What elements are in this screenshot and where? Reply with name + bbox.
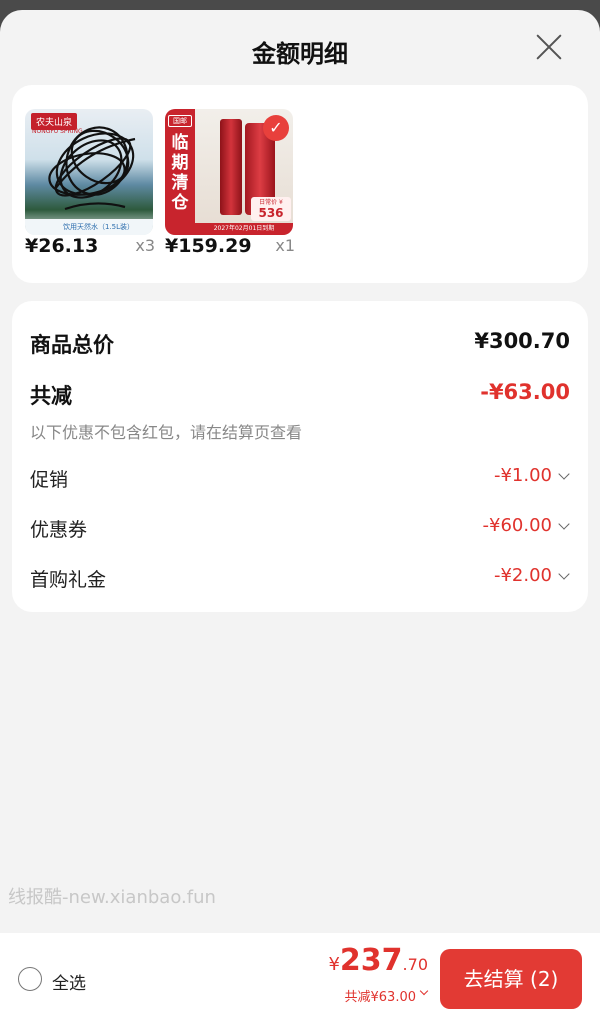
- product-item-water[interactable]: 农夫山泉 NONGFU SPRING 饮用天然水（1.5L装） ¥26.13 x…: [25, 109, 155, 259]
- product-price: ¥159.29: [165, 235, 252, 257]
- product-thumbnail[interactable]: 国邮 临期清仓 ✓ 日常价 ¥ 536 2027年02月01日到期: [165, 109, 293, 235]
- total-price-label: 商品总价: [30, 333, 114, 357]
- discount-value: -¥2.00: [493, 565, 552, 586]
- discount-row-coupon[interactable]: 优惠券 -¥60.00: [30, 515, 570, 543]
- discount-row-promotion[interactable]: 促销 -¥1.00: [30, 465, 570, 493]
- reduction-label: 共减: [30, 384, 72, 408]
- side-price-badge: 日常价 ¥ 536: [251, 197, 291, 221]
- watermark: 线报酷-new.xianbao.fun: [8, 887, 216, 908]
- close-icon[interactable]: [534, 32, 564, 62]
- reduction-value: -¥63.00: [480, 380, 570, 404]
- discount-value: -¥1.00: [493, 465, 552, 486]
- saved-amount[interactable]: 共减¥63.00: [345, 986, 417, 1005]
- discount-label: 促销: [30, 469, 69, 491]
- side-price-value: 536: [258, 206, 284, 220]
- price-decimal: .70: [402, 955, 428, 974]
- discount-note: 以下优惠不包含红包，请在结算页查看: [30, 423, 303, 442]
- clearance-text: 临期清仓: [171, 133, 189, 213]
- checkout-bar: 全选 ¥237.70 共减¥63.00 去结算 (2): [0, 933, 600, 1027]
- discount-label: 首购礼金: [30, 569, 107, 591]
- amount-detail-sheet: 金额明细 农夫山泉 NONGFU SPRING 饮用天然水（1.5L装） ¥26…: [0, 10, 600, 1027]
- checkmark-icon: ✓: [263, 115, 289, 141]
- product-thumbnail[interactable]: 农夫山泉 NONGFU SPRING 饮用天然水（1.5L装）: [25, 109, 153, 235]
- checkout-button[interactable]: 去结算 (2): [440, 949, 582, 1009]
- currency-symbol: ¥: [328, 954, 340, 975]
- product-caption: 饮用天然水（1.5L装）: [25, 219, 153, 235]
- product-price: ¥26.13: [25, 235, 99, 257]
- final-price: ¥237.70: [328, 943, 428, 978]
- product-quantity: x3: [135, 236, 155, 255]
- expiry-date: 2027年02月01日到期: [195, 223, 293, 235]
- select-all-label[interactable]: 全选: [52, 969, 86, 994]
- price-integer: 237: [339, 943, 403, 978]
- chevron-down-icon[interactable]: [419, 986, 429, 996]
- product-item-serum[interactable]: 国邮 临期清仓 ✓ 日常价 ¥ 536 2027年02月01日到期 ¥159.2…: [165, 109, 295, 259]
- bottle-image: [220, 119, 242, 215]
- products-card: 农夫山泉 NONGFU SPRING 饮用天然水（1.5L装） ¥26.13 x…: [12, 85, 588, 283]
- sheet-title: 金额明细: [252, 40, 348, 68]
- price-summary-card: 商品总价 ¥300.70 共减 -¥63.00 以下优惠不包含红包，请在结算页查…: [12, 301, 588, 612]
- select-all-radio[interactable]: [18, 967, 42, 991]
- scribble-overlay: [48, 126, 136, 211]
- discount-label: 优惠券: [30, 519, 88, 541]
- total-price-value: ¥300.70: [474, 329, 570, 353]
- side-price-label: 日常价 ¥: [259, 199, 283, 206]
- discount-value: -¥60.00: [482, 515, 552, 536]
- shop-tag: 国邮: [168, 115, 192, 127]
- product-quantity: x1: [275, 236, 295, 255]
- discount-row-first-purchase-gift[interactable]: 首购礼金 -¥2.00: [30, 565, 570, 593]
